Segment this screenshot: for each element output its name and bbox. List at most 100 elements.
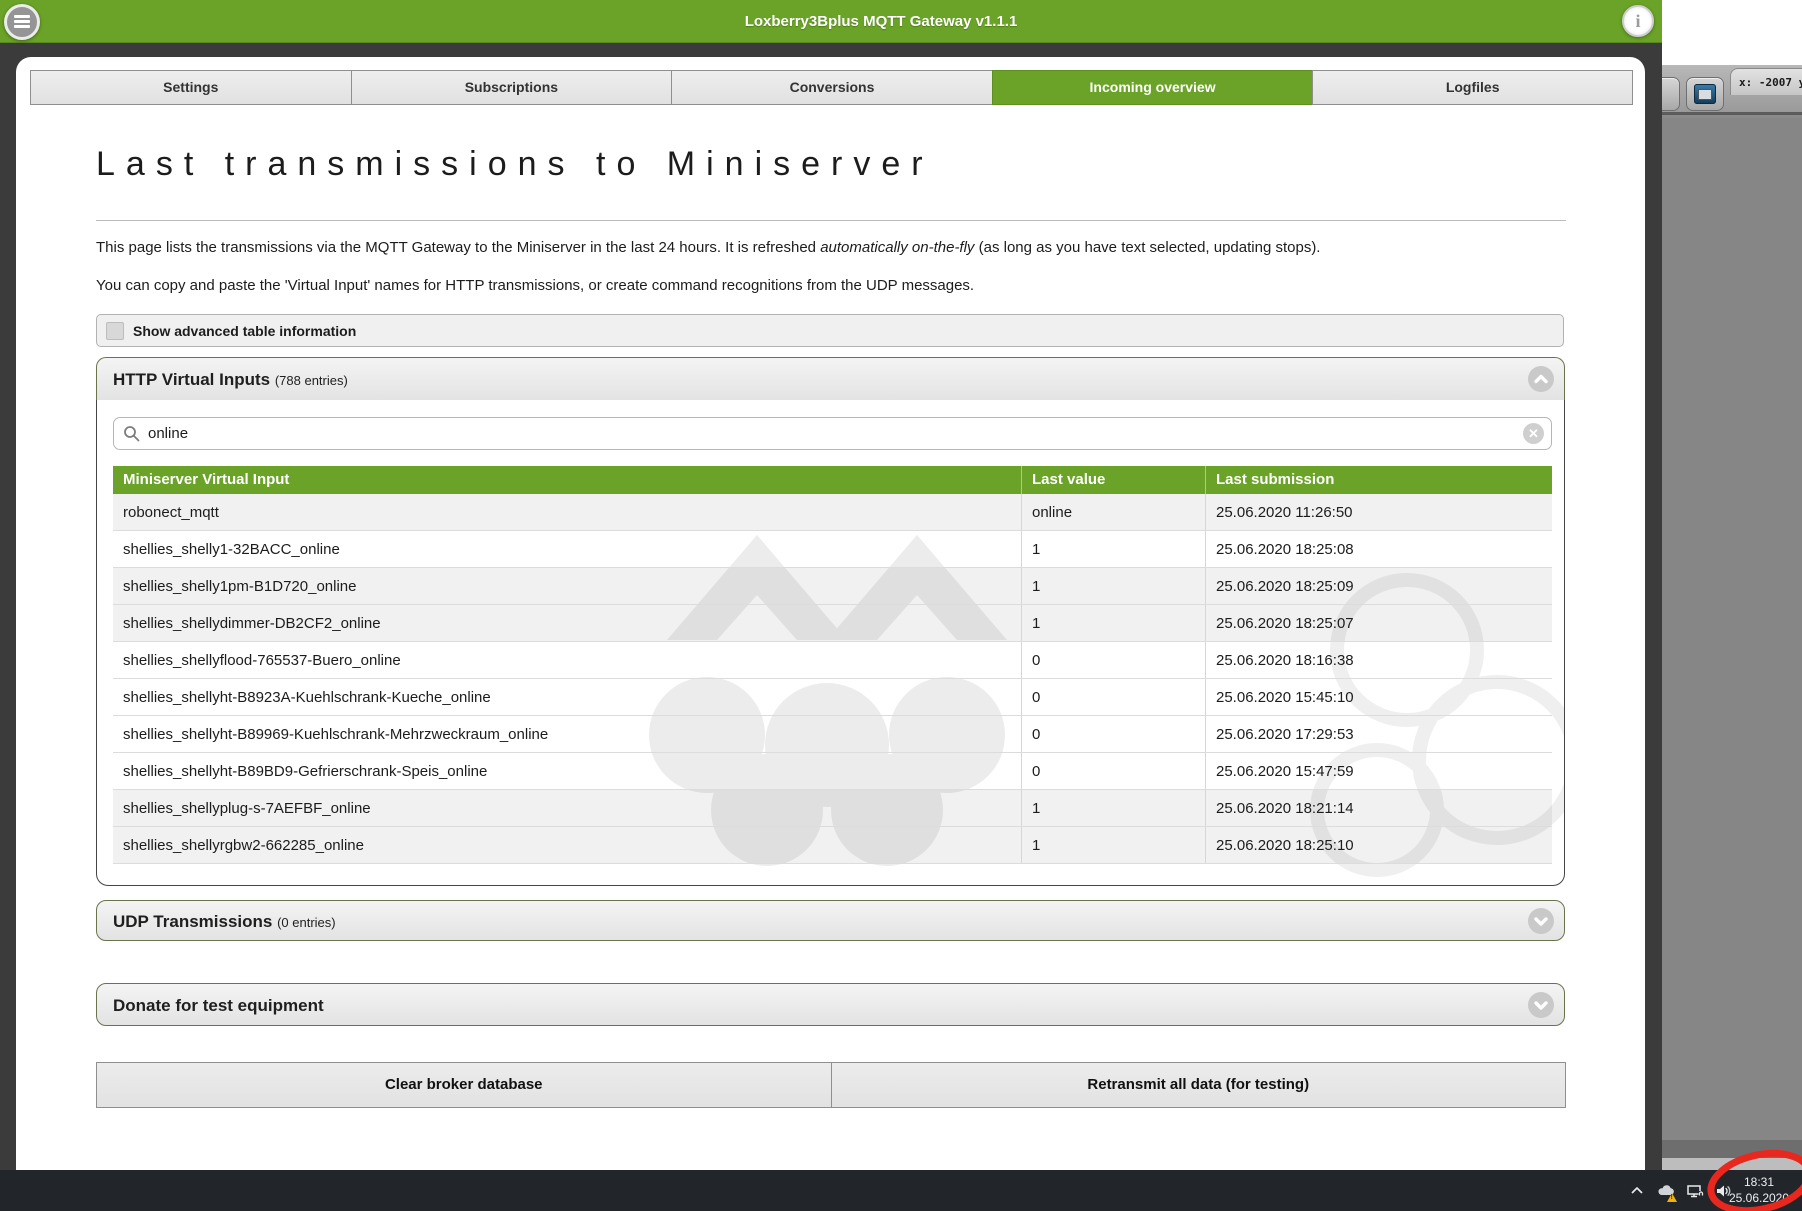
advanced-info-checkbox[interactable] [106,322,124,340]
clock-time: 18:31 [1743,1175,1775,1189]
cell-last-value: 1 [1021,531,1205,567]
table-row[interactable]: shellies_shellydimmer-DB2CF2_online 1 25… [113,605,1552,642]
table-row[interactable]: shellies_shelly1pm-B1D720_online 1 25.06… [113,568,1552,605]
title-divider [96,220,1566,221]
content-card: Settings Subscriptions Conversions Incoming… [16,57,1645,1170]
network-icon[interactable] [1686,1182,1704,1200]
virtual-inputs-table: Miniserver Virtual Input Last value Last… [113,466,1552,864]
folder-tool-button[interactable] [1686,77,1724,111]
cell-last-submission: 25.06.2020 18:25:07 [1205,605,1552,641]
background-app-window: x: -2007 y: [1642,0,1802,1211]
cell-virtual-input: shellies_shelly1-32BACC_online [123,541,340,558]
hamburger-menu-icon[interactable] [4,4,40,40]
cell-virtual-input: shellies_shellyflood-765537-Buero_online [123,652,401,669]
background-app-canvas [1662,118,1802,1140]
cloud-sync-warning-icon[interactable] [1657,1182,1677,1202]
coordinates-label: x: -2007 y: [1730,68,1802,95]
table-body: robonect_mqtt online 25.06.2020 11:26:50… [113,494,1552,864]
search-input[interactable] [113,417,1552,450]
clear-broker-database-button[interactable]: Clear broker database [96,1062,831,1108]
cell-virtual-input: shellies_shelly1pm-B1D720_online [123,578,357,595]
tray-chevron-up-icon[interactable] [1628,1182,1646,1200]
tab-bar: Settings Subscriptions Conversions Incoming… [30,70,1633,105]
cell-last-submission: 25.06.2020 15:45:10 [1205,679,1552,715]
table-row[interactable]: shellies_shellyht-B89969-Kuehlschrank-Me… [113,716,1552,753]
action-button-row: Clear broker database Retransmit all dat… [96,1062,1566,1108]
advanced-info-label: Show advanced table information [133,323,357,339]
cell-virtual-input: shellies_shellyrgbw2-662285_online [123,837,364,854]
table-row[interactable]: robonect_mqtt online 25.06.2020 11:26:50 [113,494,1552,531]
cell-last-value: 1 [1021,605,1205,641]
table-header-row: Miniserver Virtual Input Last value Last… [113,466,1552,494]
advanced-info-toggle-bar[interactable]: Show advanced table information [96,314,1564,347]
folder-icon [1694,84,1716,104]
cell-last-submission: 25.06.2020 18:25:10 [1205,827,1552,863]
cell-last-value: online [1021,494,1205,530]
cell-last-value: 0 [1021,716,1205,752]
clear-search-icon[interactable]: ✕ [1523,423,1544,444]
udp-panel-title: UDP Transmissions [113,912,273,931]
collapse-chevron-up-icon[interactable] [1528,366,1554,392]
expand-chevron-down-icon[interactable] [1528,907,1554,934]
cell-virtual-input: shellies_shellyht-B8923A-Kuehlschrank-Ku… [123,689,491,706]
cell-last-value: 1 [1021,827,1205,863]
search-field-wrap: ✕ [113,417,1552,450]
donate-header[interactable]: Donate for test equipment [96,983,1565,1026]
retransmit-all-data-button[interactable]: Retransmit all data (for testing) [830,1062,1566,1108]
background-app-header [1662,0,1802,65]
cell-last-submission: 25.06.2020 18:16:38 [1205,642,1552,678]
table-row[interactable]: shellies_shellyrgbw2-662285_online 1 25.… [113,827,1552,864]
table-row[interactable]: shellies_shellyflood-765537-Buero_online… [113,642,1552,679]
cell-last-value: 1 [1021,568,1205,604]
cell-virtual-input: shellies_shellydimmer-DB2CF2_online [123,615,381,632]
cell-virtual-input: shellies_shellyplug-s-7AEFBF_online [123,800,371,817]
cell-last-value: 0 [1021,642,1205,678]
system-tray [1628,1170,1733,1211]
cell-virtual-input: shellies_shellyht-B89BD9-Gefrierschrank-… [123,763,488,780]
table-row[interactable]: shellies_shellyht-B89BD9-Gefrierschrank-… [113,753,1552,790]
cell-virtual-input: robonect_mqtt [123,504,219,521]
mqtt-gateway-window: Loxberry3Bplus MQTT Gateway v1.1.1 i Set… [0,0,1662,1170]
background-app-statusbar [1662,1158,1802,1170]
intro-paragraph-1: This page lists the transmissions via th… [96,239,1321,256]
http-panel-entry-count: (788 entries) [274,373,348,388]
cell-last-submission: 25.06.2020 15:47:59 [1205,753,1552,789]
app-header-bar: Loxberry3Bplus MQTT Gateway v1.1.1 i [0,0,1662,43]
search-icon [124,426,140,442]
background-app-statusbar-shadow [1662,1140,1802,1158]
cell-last-value: 0 [1021,753,1205,789]
cell-last-submission: 25.06.2020 17:29:53 [1205,716,1552,752]
column-header-last-value: Last value [1021,466,1205,494]
table-row[interactable]: shellies_shellyplug-s-7AEFBF_online 1 25… [113,790,1552,827]
page-title: Last transmissions to Miniserver [96,145,934,183]
cell-last-submission: 25.06.2020 18:25:08 [1205,531,1552,567]
intro-paragraph-2: You can copy and paste the 'Virtual Inpu… [96,277,975,294]
cell-last-submission: 25.06.2020 18:25:09 [1205,568,1552,604]
app-title: Loxberry3Bplus MQTT Gateway v1.1.1 [744,13,1018,30]
screen: x: -2007 y: Loxberry3Bplus MQTT Gateway … [0,0,1802,1211]
column-header-virtual-input: Miniserver Virtual Input [123,471,290,488]
udp-transmissions-header[interactable]: UDP Transmissions (0 entries) [96,900,1565,941]
table-row[interactable]: shellies_shellyht-B8923A-Kuehlschrank-Ku… [113,679,1552,716]
expand-chevron-down-icon[interactable] [1528,991,1554,1018]
windows-taskbar: 18:31 25.06.2020 [0,1170,1802,1211]
table-row[interactable]: shellies_shelly1-32BACC_online 1 25.06.2… [113,531,1552,568]
tab-logfiles[interactable]: Logfiles [1312,70,1633,105]
clock-date: 25.06.2020 [1728,1191,1790,1205]
tab-conversions[interactable]: Conversions [671,70,992,105]
cell-last-value: 1 [1021,790,1205,826]
tab-subscriptions[interactable]: Subscriptions [350,70,672,105]
http-panel-title: HTTP Virtual Inputs [113,370,271,389]
donate-panel-title: Donate for test equipment [113,996,324,1015]
column-header-last-submission: Last submission [1205,466,1552,494]
info-icon[interactable]: i [1622,5,1654,37]
tab-settings[interactable]: Settings [30,70,351,105]
cell-last-submission: 25.06.2020 11:26:50 [1205,494,1552,530]
taskbar-clock[interactable]: 18:31 25.06.2020 [1722,1174,1796,1206]
warning-badge-icon [1667,1192,1677,1202]
http-virtual-inputs-body: ✕ Miniserver Virtual Input Last value La… [96,400,1565,886]
cell-last-submission: 25.06.2020 18:21:14 [1205,790,1552,826]
tab-incoming-overview[interactable]: Incoming overview [991,70,1313,105]
cell-virtual-input: shellies_shellyht-B89969-Kuehlschrank-Me… [123,726,549,743]
http-virtual-inputs-header[interactable]: HTTP Virtual Inputs (788 entries) [96,357,1565,400]
